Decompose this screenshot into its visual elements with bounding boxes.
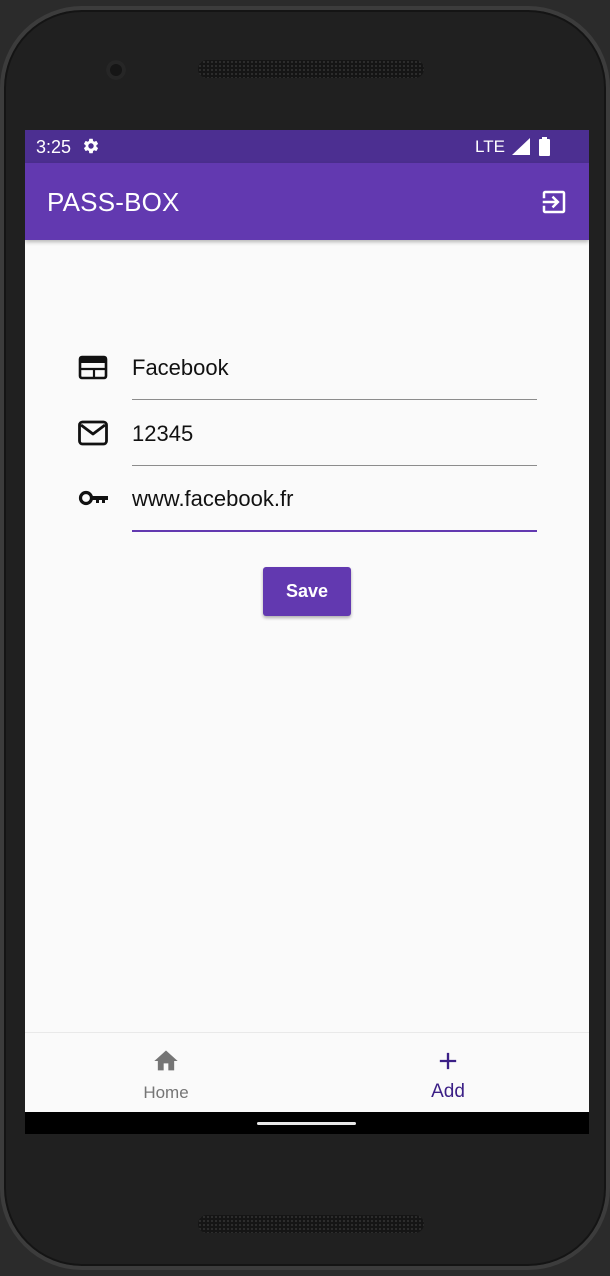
email-icon bbox=[78, 420, 108, 446]
home-gesture-handle[interactable] bbox=[257, 1122, 356, 1125]
status-bar: 3:25 LTE bbox=[25, 130, 589, 163]
website-icon bbox=[78, 355, 108, 380]
app-title: PASS-BOX bbox=[47, 187, 180, 217]
site-name-field[interactable]: Facebook bbox=[132, 355, 537, 400]
save-button[interactable]: Save bbox=[263, 567, 351, 616]
signal-icon bbox=[512, 138, 530, 155]
email-value: 12345 bbox=[132, 421, 194, 446]
gear-icon bbox=[83, 138, 99, 154]
app-bar: PASS-BOX bbox=[25, 163, 589, 240]
nav-item-add[interactable]: Add bbox=[378, 1033, 518, 1113]
password-value: www.facebook.fr bbox=[132, 486, 294, 511]
network-type: LTE bbox=[475, 137, 505, 156]
bottom-speaker bbox=[198, 1215, 424, 1233]
gesture-bar bbox=[25, 1112, 589, 1134]
earpiece-speaker bbox=[198, 60, 424, 78]
site-name-value: Facebook bbox=[132, 355, 229, 380]
nav-item-home[interactable]: Home bbox=[96, 1033, 236, 1113]
status-time: 3:25 bbox=[36, 137, 72, 157]
home-icon bbox=[154, 1050, 178, 1071]
key-icon bbox=[78, 490, 108, 506]
nav-label-home: Home bbox=[143, 1083, 189, 1102]
logout-icon[interactable] bbox=[539, 187, 569, 217]
battery-icon bbox=[539, 137, 550, 156]
front-camera bbox=[106, 60, 126, 80]
app-screen: 3:25 LTE PASS-BOX Facebook 12345 www.fac… bbox=[25, 130, 589, 1134]
password-field[interactable]: www.facebook.fr bbox=[132, 486, 537, 532]
bottom-navigation: Home Add bbox=[25, 1032, 589, 1113]
plus-icon bbox=[439, 1052, 457, 1070]
email-field[interactable]: 12345 bbox=[132, 421, 537, 466]
nav-label-add: Add bbox=[431, 1081, 465, 1102]
